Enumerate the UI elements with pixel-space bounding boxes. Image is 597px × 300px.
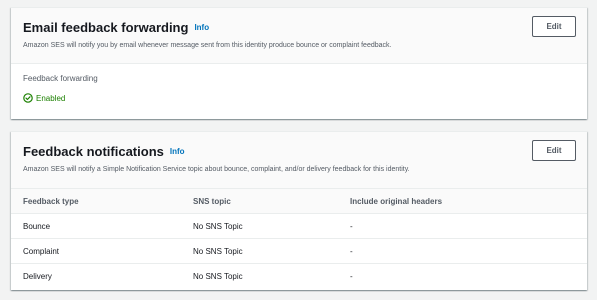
status-indicator: Enabled: [23, 93, 65, 103]
table-row: Delivery No SNS Topic -: [11, 263, 587, 289]
panel-header: Email feedback forwarding Info Amazon SES…: [11, 8, 587, 64]
column-header-sns-topic: SNS topic: [181, 188, 338, 214]
panel-title: Email feedback forwarding: [23, 20, 189, 35]
edit-forwarding-button[interactable]: Edit: [532, 16, 576, 37]
table-header-row: Feedback type SNS topic Include original…: [11, 188, 587, 214]
cell-sns-topic: No SNS Topic: [181, 213, 338, 239]
column-header-feedback-type: Feedback type: [11, 188, 181, 214]
cell-sns-topic: No SNS Topic: [181, 263, 338, 289]
cell-feedback-type: Complaint: [11, 238, 181, 264]
panel-description: Amazon SES will notify a Simple Notifica…: [23, 166, 410, 173]
notifications-table: Feedback type SNS topic Include original…: [11, 188, 587, 289]
edit-notifications-button[interactable]: Edit: [532, 140, 576, 161]
cell-sns-topic: No SNS Topic: [181, 238, 338, 264]
cell-include-headers: -: [338, 263, 587, 289]
check-circle-icon: [23, 93, 33, 103]
email-feedback-forwarding-panel: Email feedback forwarding Info Amazon SES…: [11, 7, 587, 119]
panel-header: Feedback notifications Info Amazon SES wi…: [11, 132, 587, 188]
feedback-forwarding-label: Feedback forwarding: [23, 74, 98, 83]
cell-feedback-type: Delivery: [11, 263, 181, 289]
column-header-include-headers: Include original headers: [338, 188, 587, 214]
table-row: Complaint No SNS Topic -: [11, 238, 587, 264]
feedback-notifications-panel: Feedback notifications Info Amazon SES wi…: [11, 131, 587, 290]
status-text: Enabled: [36, 93, 66, 103]
cell-feedback-type: Bounce: [11, 213, 181, 239]
cell-include-headers: -: [338, 213, 587, 239]
table-row: Bounce No SNS Topic -: [11, 213, 587, 239]
cell-include-headers: -: [338, 238, 587, 264]
info-link[interactable]: Info: [170, 147, 185, 156]
panel-title: Feedback notifications: [23, 144, 164, 159]
info-link[interactable]: Info: [194, 23, 209, 32]
panel-description: Amazon SES will notify you by email when…: [23, 42, 392, 49]
